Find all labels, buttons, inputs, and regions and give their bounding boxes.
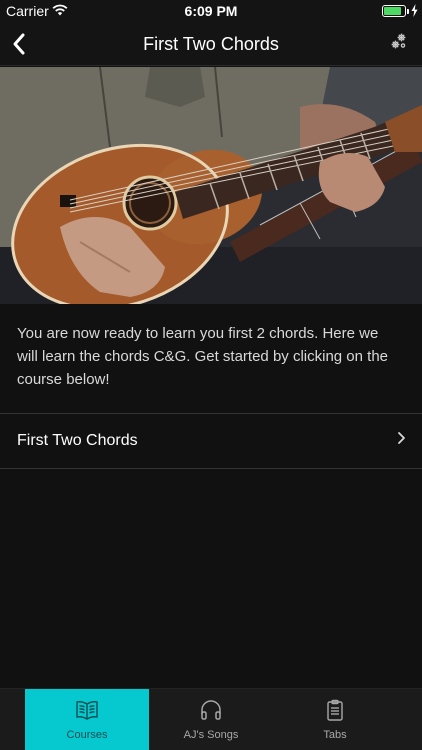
chevron-right-icon [398, 432, 405, 444]
charging-bolt-icon [411, 4, 418, 17]
tab-label: AJ's Songs [183, 729, 239, 741]
course-row-first-two-chords[interactable]: First Two Chords [0, 414, 422, 468]
gears-icon[interactable] [390, 32, 408, 50]
course-description: You are now ready to learn you first 2 c… [17, 325, 389, 388]
tab-bar: Courses AJ's Songs Tabs [0, 688, 422, 750]
clock: 6:09 PM [184, 3, 238, 19]
tab-ajs-songs[interactable]: AJ's Songs [149, 689, 273, 750]
battery-tip [407, 9, 409, 14]
tab-label: Tabs [323, 729, 347, 741]
page-title: First Two Chords [143, 34, 279, 54]
tab-courses[interactable]: Courses [25, 689, 149, 750]
navigation-bar: First Two Chords [0, 22, 422, 66]
book-icon [76, 701, 98, 720]
battery-icon [382, 5, 406, 17]
course-row-label: First Two Chords [17, 432, 138, 449]
battery-fill [384, 7, 401, 15]
tab-label: Courses [66, 729, 108, 741]
clipboard-icon [327, 699, 343, 721]
status-bar: Carrier 6:09 PM [0, 0, 422, 22]
headphones-icon [201, 700, 221, 720]
list-divider-bottom [0, 468, 422, 469]
ukulele-hero-image [0, 67, 422, 304]
tab-tabs[interactable]: Tabs [273, 689, 397, 750]
